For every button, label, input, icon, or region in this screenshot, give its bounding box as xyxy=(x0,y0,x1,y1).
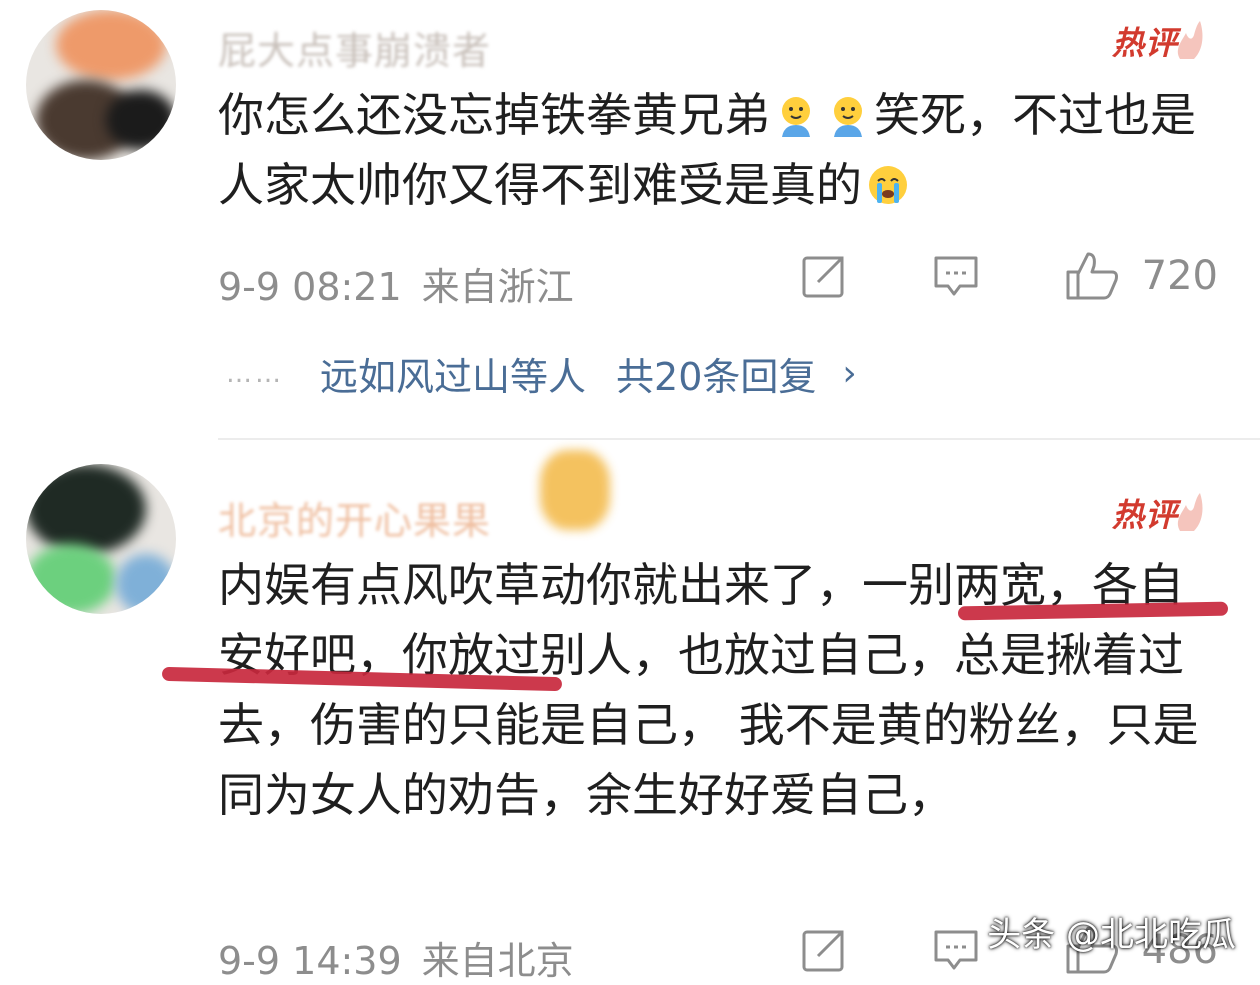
thumbs-up-icon xyxy=(1066,252,1118,300)
comment-item: 屁大点事崩溃者 热评 你怎么还没忘掉铁拳黄兄弟 笑死，不过也是人家太帅你又得不到… xyxy=(0,0,1260,440)
hot-comment-badge: 热评 xyxy=(1112,18,1206,64)
comment-icon xyxy=(934,256,978,296)
comment-text: 你怎么还没忘掉铁拳黄兄弟 笑死，不过也是人家太帅你又得不到难受是真的 xyxy=(218,80,1198,220)
salute-emoji-icon xyxy=(782,97,810,137)
hot-comment-badge: 热评 xyxy=(1112,490,1206,536)
view-replies-link[interactable]: …… 远如风过山等人 共20条回复 › xyxy=(226,346,857,401)
comment-location: 来自北京 xyxy=(421,939,574,983)
flame-icon xyxy=(1177,493,1203,531)
hot-badge-label: 热评 xyxy=(1111,496,1178,534)
repost-button[interactable] xyxy=(800,252,848,300)
comment-text: 内娱有点风吹草动你就出来了，一别两宽，各自安好吧，你放过别人，也放过自己，总是揪… xyxy=(218,558,1199,822)
comment-meta: 9-9 08:21 来自浙江 xyxy=(218,256,594,311)
comment-date: 9-9 14:39 xyxy=(218,939,402,983)
replies-dots: …… xyxy=(226,358,284,389)
hot-badge-label: 热评 xyxy=(1111,24,1178,62)
salute-emoji-icon xyxy=(834,97,862,137)
username[interactable]: 北京的开心果果 xyxy=(218,490,491,545)
flame-icon xyxy=(1177,21,1203,59)
comment-date: 9-9 08:21 xyxy=(218,265,402,309)
chevron-right-icon: › xyxy=(842,353,857,394)
comment-item: 北京的开心果果 热评 内娱有点风吹草动你就出来了，一别两宽，各自安好吧，你放过别… xyxy=(0,440,1260,983)
comment-meta: 9-9 14:39 来自北京 xyxy=(218,930,594,985)
watermark: 头条 @北北吃瓜 xyxy=(987,915,1236,955)
user-badge-icon xyxy=(540,450,610,530)
like-count: 720 xyxy=(1141,253,1218,299)
crying-emoji-icon xyxy=(869,166,907,204)
reply-button[interactable] xyxy=(932,252,980,300)
comment-text-part: 你怎么还没忘掉铁拳黄兄弟 xyxy=(218,88,770,142)
avatar[interactable] xyxy=(26,10,176,160)
avatar[interactable] xyxy=(26,464,176,614)
replies-count: 共20条回复 xyxy=(616,355,817,399)
reply-button[interactable] xyxy=(932,926,980,974)
comment-location: 来自浙江 xyxy=(421,265,574,309)
share-icon xyxy=(802,930,844,972)
like-button[interactable]: 720 xyxy=(1064,250,1218,302)
comment-actions: 720 xyxy=(800,250,1218,302)
repost-button[interactable] xyxy=(800,926,848,974)
comment-icon xyxy=(934,930,978,970)
replies-users: 远如风过山等人 xyxy=(320,355,587,399)
share-icon xyxy=(802,256,844,298)
username[interactable]: 屁大点事崩溃者 xyxy=(218,20,491,75)
